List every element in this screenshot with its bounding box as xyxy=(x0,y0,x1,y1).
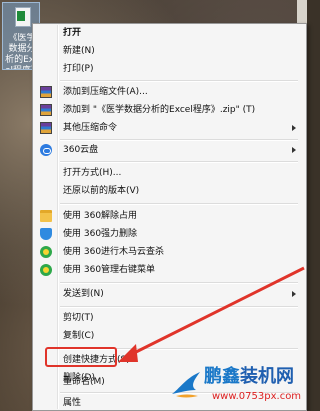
menu-item-label: 其他压缩命令 xyxy=(63,123,118,133)
menu-separator xyxy=(60,348,298,350)
menu-separator xyxy=(60,203,298,205)
menu-item-label: 复制(C) xyxy=(63,331,95,341)
menu-item-label: 属性 xyxy=(63,398,82,408)
watermark-url: www.0753px.com xyxy=(212,391,302,402)
menu-item-restore-versions[interactable]: 还原以前的版本(V) xyxy=(35,182,298,200)
menu-item-send-to[interactable]: 发送到(N) xyxy=(35,285,298,303)
360-security-icon xyxy=(40,264,52,276)
menu-item-label: 360云盘 xyxy=(63,145,99,155)
menu-separator xyxy=(60,161,298,163)
winrar-icon xyxy=(40,86,52,98)
menu-item-label: 发送到(N) xyxy=(63,289,104,299)
menu-separator xyxy=(60,282,298,284)
menu-item-print[interactable]: 打印(P) xyxy=(35,60,298,78)
menu-item-add-to-archive[interactable]: 添加到压缩文件(A)... xyxy=(35,83,298,101)
winrar-icon xyxy=(40,122,52,134)
winrar-icon xyxy=(40,104,52,116)
menu-item-label: 剪切(T) xyxy=(63,313,94,323)
menu-item-label: 打开 xyxy=(63,28,82,38)
bird-logo-icon xyxy=(172,372,200,398)
submenu-arrow-icon xyxy=(292,125,296,131)
menu-item-copy[interactable]: 复制(C) xyxy=(35,327,298,345)
menu-item-label: 打印(P) xyxy=(63,64,94,74)
menu-item-new[interactable]: 新建(N) xyxy=(35,42,298,60)
menu-item-label: 添加到压缩文件(A)... xyxy=(63,87,148,97)
menu-item-label: 添加到 "《医学数据分析的Excel程序》.zip" (T) xyxy=(63,105,256,115)
menu-item-360-force-delete[interactable]: 使用 360强力删除 xyxy=(35,225,298,243)
watermark-title-part1: 鹏鑫 xyxy=(204,366,240,387)
watermark-logo: 鹏鑫装机网 www.0753px.com xyxy=(170,364,307,411)
shield-icon xyxy=(40,228,52,240)
submenu-arrow-icon xyxy=(292,291,296,297)
menu-item-label: 还原以前的版本(V) xyxy=(63,186,140,196)
menu-item-add-to-zip[interactable]: 添加到 "《医学数据分析的Excel程序》.zip" (T) xyxy=(35,101,298,119)
submenu-arrow-icon xyxy=(292,147,296,153)
watermark-title: 鹏鑫装机网 xyxy=(204,366,294,388)
menu-item-open[interactable]: 打开 xyxy=(35,24,298,42)
menu-item-label: 使用 360解除占用 xyxy=(63,211,138,221)
menu-item-360-unlock[interactable]: 使用 360解除占用 xyxy=(35,207,298,225)
cloud-icon xyxy=(40,144,52,156)
context-menu: 打开 新建(N) 打印(P) 添加到压缩文件(A)... 添加到 "《医学数据分… xyxy=(32,23,307,411)
menu-item-other-compress[interactable]: 其他压缩命令 xyxy=(35,119,298,137)
menu-item-label: 使用 360管理右键菜单 xyxy=(63,265,156,275)
menu-item-label: 使用 360进行木马云查杀 xyxy=(63,247,165,257)
watermark-title-part2: 装机网 xyxy=(240,366,294,387)
menu-item-label: 创建快捷方式(S) xyxy=(63,355,130,365)
menu-separator xyxy=(60,306,298,308)
menu-item-360-trojan-scan[interactable]: 使用 360进行木马云查杀 xyxy=(35,243,298,261)
excel-document-icon xyxy=(15,7,31,27)
menu-item-cut[interactable]: 剪切(T) xyxy=(35,309,298,327)
menu-separator xyxy=(60,80,298,82)
menu-item-label: 使用 360强力删除 xyxy=(63,229,138,239)
menu-item-label: 打开方式(H)... xyxy=(63,168,122,178)
menu-item-label: 新建(N) xyxy=(63,46,95,56)
menu-item-label: 重命名(M) xyxy=(63,377,105,387)
menu-item-360-cloud[interactable]: 360云盘 xyxy=(35,141,298,159)
folder-icon xyxy=(40,210,52,222)
menu-item-360-manage-menu[interactable]: 使用 360管理右键菜单 xyxy=(35,261,298,279)
menu-item-open-with[interactable]: 打开方式(H)... xyxy=(35,164,298,182)
360-security-icon xyxy=(40,246,52,258)
